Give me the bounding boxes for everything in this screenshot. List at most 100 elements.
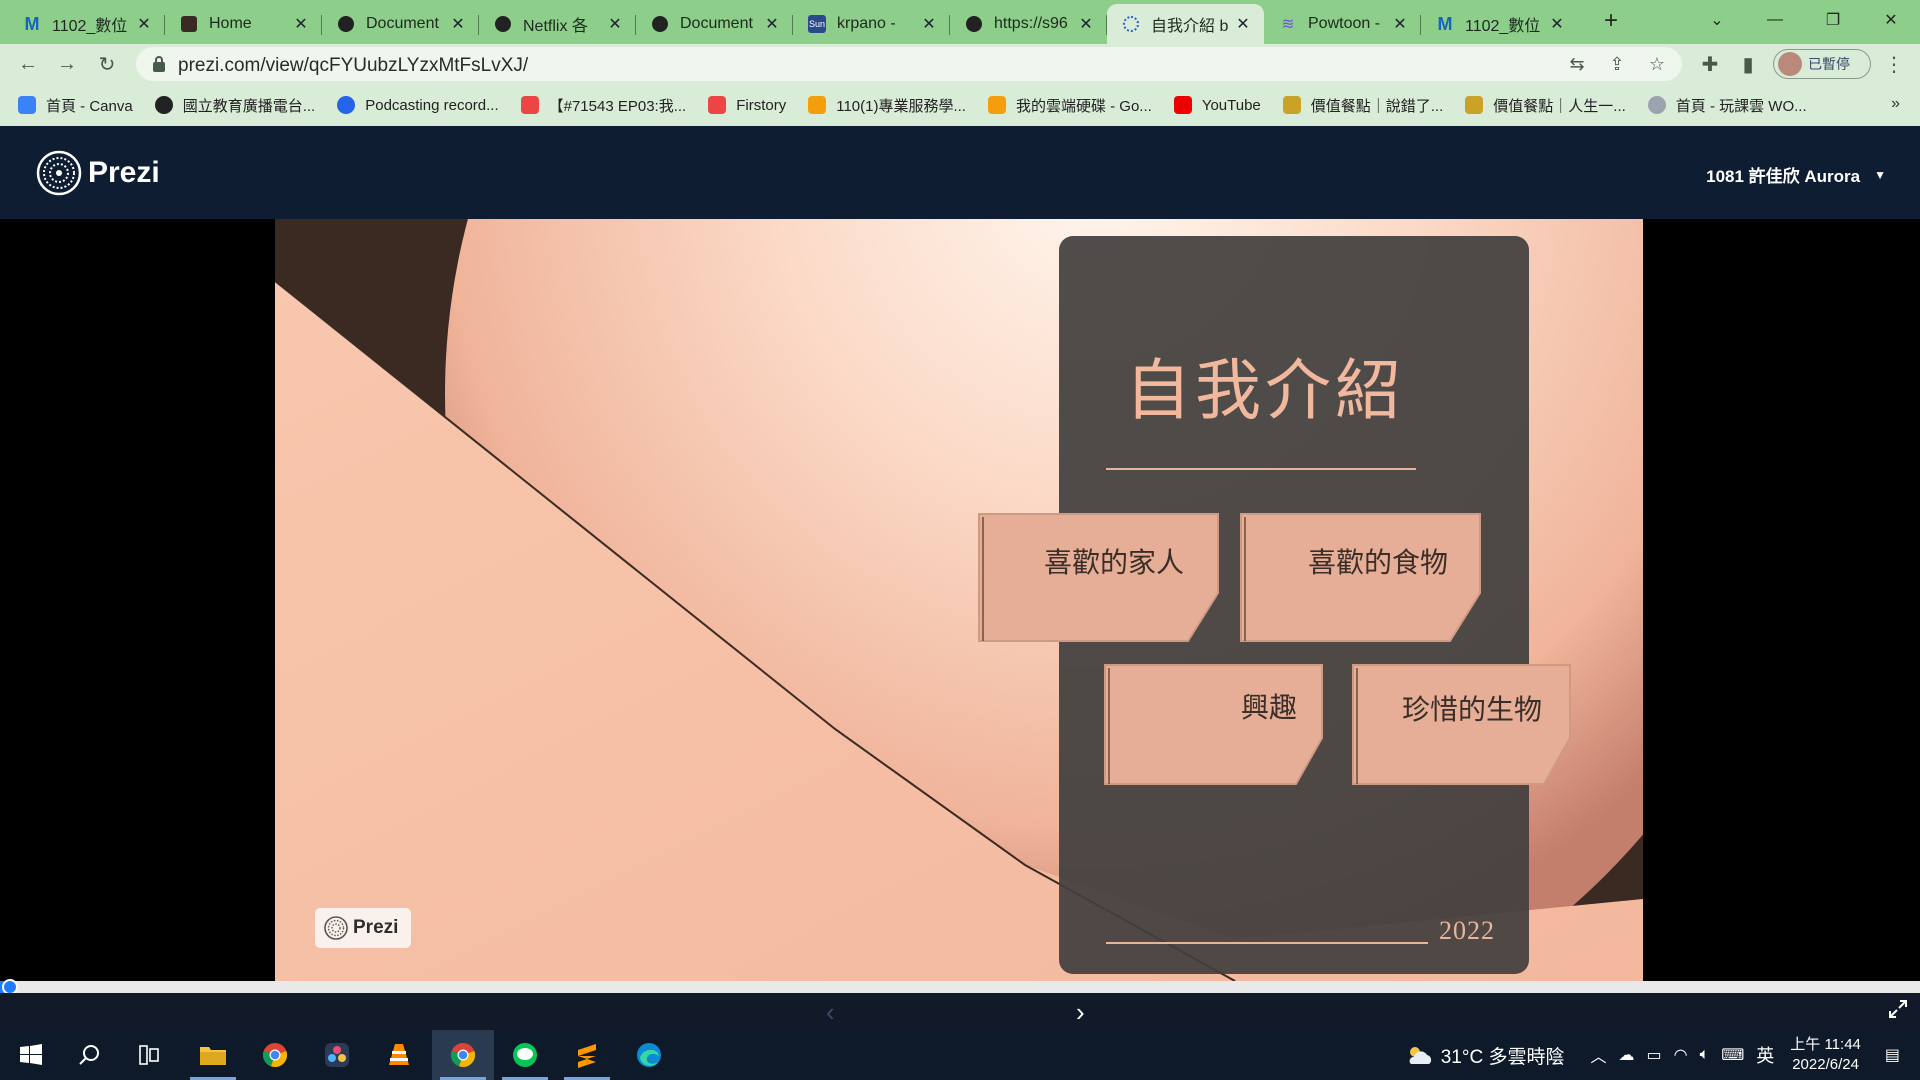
back-button[interactable]: ←: [14, 50, 42, 78]
forward-button[interactable]: →: [53, 50, 81, 78]
globe-icon: [154, 96, 173, 114]
topic-card-creatures[interactable]: 珍惜的生物: [1352, 664, 1574, 788]
bookmark-item[interactable]: 首頁 - 玩課雲 WO...: [1647, 95, 1807, 116]
keyboard-icon[interactable]: ⌨: [1721, 1045, 1744, 1065]
bookmarks-bar: 首頁 - Canva 國立教育廣播電台... Podcasting record..…: [0, 84, 1920, 126]
search-icon[interactable]: [58, 1030, 120, 1080]
tab-4[interactable]: Document ✕: [636, 4, 793, 44]
topic-card-hobby[interactable]: 興趣: [1104, 664, 1326, 788]
tab-6[interactable]: https://s96 ✕: [950, 4, 1107, 44]
windows-start-icon[interactable]: [0, 1030, 62, 1080]
davinci-icon[interactable]: [306, 1030, 368, 1080]
tab-close-icon[interactable]: ✕: [763, 14, 781, 34]
tab-title: Powtoon -: [1308, 15, 1381, 32]
edge-icon[interactable]: [618, 1030, 680, 1080]
powtoon-icon: ≋: [1281, 16, 1295, 33]
bookmark-item[interactable]: 國立教育廣播電台...: [154, 95, 316, 116]
slide-title: 自我介紹: [1125, 352, 1405, 429]
bookmark-label: 我的雲端硬碟 - Go...: [1015, 97, 1152, 115]
onedrive-icon[interactable]: ☁: [1618, 1045, 1634, 1065]
vlc-icon[interactable]: [368, 1030, 430, 1080]
tab-close-icon[interactable]: ✕: [1548, 14, 1566, 34]
extensions-icon[interactable]: ✚: [1696, 50, 1724, 78]
tab-2[interactable]: Document ✕: [322, 4, 479, 44]
clock-time: 上午 11:44: [1790, 1036, 1861, 1053]
tab-3[interactable]: Netflix 各 ✕: [479, 4, 636, 44]
battery-icon[interactable]: ▭: [1646, 1045, 1661, 1065]
tab-7[interactable]: 自我介紹 b ✕: [1107, 4, 1264, 44]
tab-strip: M 1102_數位 ✕ Home ✕ Document ✕ Netflix 各 ✕ Documen…: [0, 0, 1920, 44]
prezi-icon: [1121, 14, 1141, 34]
bookmark-item[interactable]: 我的雲端硬碟 - Go...: [987, 95, 1152, 116]
bookmark-item[interactable]: 【#71543 EP03:我...: [520, 95, 686, 116]
m-logo-icon: M: [24, 13, 40, 34]
side-panel-icon[interactable]: ▮: [1734, 50, 1762, 78]
translate-icon[interactable]: ⇆: [1566, 53, 1588, 75]
prezi-logo[interactable]: Prezi: [36, 150, 160, 196]
weather-widget[interactable]: 31°C 多雲時陰: [1405, 1042, 1564, 1069]
tab-close-icon[interactable]: ✕: [920, 14, 938, 34]
bookmark-label: 國立教育廣播電台...: [182, 97, 316, 115]
sublime-icon[interactable]: [556, 1030, 618, 1080]
bookmark-item[interactable]: 價值餐點｜說錯了...: [1282, 95, 1443, 116]
bookmark-star-icon[interactable]: ☆: [1646, 53, 1668, 75]
menu-kebab-icon[interactable]: ⋮: [1880, 50, 1908, 78]
tab-close-icon[interactable]: ✕: [1391, 14, 1409, 34]
globe-icon: [336, 14, 356, 34]
line-icon[interactable]: [494, 1030, 556, 1080]
lock-icon: [153, 56, 165, 72]
bookmark-item[interactable]: Podcasting record...: [337, 96, 499, 114]
chevron-up-icon[interactable]: ︿: [1590, 1043, 1606, 1067]
bookmark-label: Podcasting record...: [365, 96, 499, 114]
tab-search-icon[interactable]: ⌄: [1688, 0, 1746, 40]
topic-card-family[interactable]: 喜歡的家人: [978, 513, 1222, 645]
prezi-badge[interactable]: Prezi: [315, 908, 411, 948]
topic-card-food[interactable]: 喜歡的食物: [1240, 513, 1484, 645]
clock-date: 2022/6/24: [1792, 1056, 1859, 1073]
food-icon: [1282, 96, 1301, 114]
profile-button[interactable]: 已暫停: [1773, 49, 1871, 79]
ime-indicator[interactable]: 英: [1756, 1042, 1774, 1068]
minimize-button[interactable]: —: [1746, 0, 1804, 40]
share-icon[interactable]: ⇪: [1606, 53, 1628, 75]
tab-close-icon[interactable]: ✕: [606, 14, 624, 34]
user-menu[interactable]: 1081 許佳欣 Aurora ▼: [1706, 162, 1886, 187]
topic-card-label: 珍惜的生物: [1402, 693, 1543, 726]
tab-close-icon[interactable]: ✕: [1234, 14, 1252, 34]
bookmark-item[interactable]: 價值餐點｜人生一...: [1465, 95, 1626, 116]
tab-close-icon[interactable]: ✕: [135, 14, 153, 34]
tab-0[interactable]: M 1102_數位 ✕: [8, 4, 165, 44]
tab-title: https://s96: [994, 15, 1068, 32]
file-explorer-icon[interactable]: [182, 1030, 244, 1080]
volume-icon[interactable]: 🔈︎: [1700, 1046, 1710, 1064]
tab-close-icon[interactable]: ✕: [449, 14, 467, 34]
tab-close-icon[interactable]: ✕: [1077, 14, 1095, 34]
bookmarks-overflow-icon[interactable]: »: [1891, 95, 1900, 113]
tab-close-icon[interactable]: ✕: [292, 14, 310, 34]
new-tab-button[interactable]: +: [1595, 6, 1627, 38]
tab-8[interactable]: ≋ Powtoon - ✕: [1264, 4, 1421, 44]
progress-bar[interactable]: [0, 979, 1920, 995]
close-window-button[interactable]: ✕: [1862, 0, 1920, 40]
task-view-icon[interactable]: [118, 1030, 180, 1080]
bookmark-item[interactable]: YouTube: [1173, 96, 1261, 114]
chrome-icon[interactable]: [244, 1030, 306, 1080]
tab-9[interactable]: M 1102_數位 ✕: [1421, 4, 1578, 44]
bookmark-item[interactable]: 首頁 - Canva: [18, 95, 133, 116]
tab-1[interactable]: Home ✕: [165, 4, 322, 44]
bookmark-item[interactable]: Firstory: [708, 96, 786, 114]
notification-icon[interactable]: ▤: [1885, 1045, 1900, 1065]
previous-step-button[interactable]: ‹: [826, 997, 835, 1028]
tab-5[interactable]: Sun krpano - ✕: [793, 4, 950, 44]
clock[interactable]: 上午 11:44 2022/6/24: [1790, 1035, 1861, 1075]
wifi-icon[interactable]: ◠: [1674, 1045, 1688, 1065]
chrome-icon[interactable]: [432, 1030, 494, 1080]
slide: 自我介紹 喜歡的家人 喜歡的食物 興趣 珍惜的生物 2022 Prezi: [275, 219, 1643, 981]
reload-button[interactable]: ↻: [93, 50, 121, 78]
maximize-button[interactable]: ❐: [1804, 0, 1862, 40]
address-bar[interactable]: prezi.com/view/qcFYUubzLYzxMtFsLvXJ/ ⇆ ⇪…: [136, 47, 1682, 81]
fullscreen-icon[interactable]: [1888, 999, 1908, 1019]
profile-label: 已暫停: [1808, 56, 1850, 72]
bookmark-item[interactable]: 110(1)專業服務學...: [808, 95, 966, 116]
next-step-button[interactable]: ›: [1076, 997, 1085, 1028]
